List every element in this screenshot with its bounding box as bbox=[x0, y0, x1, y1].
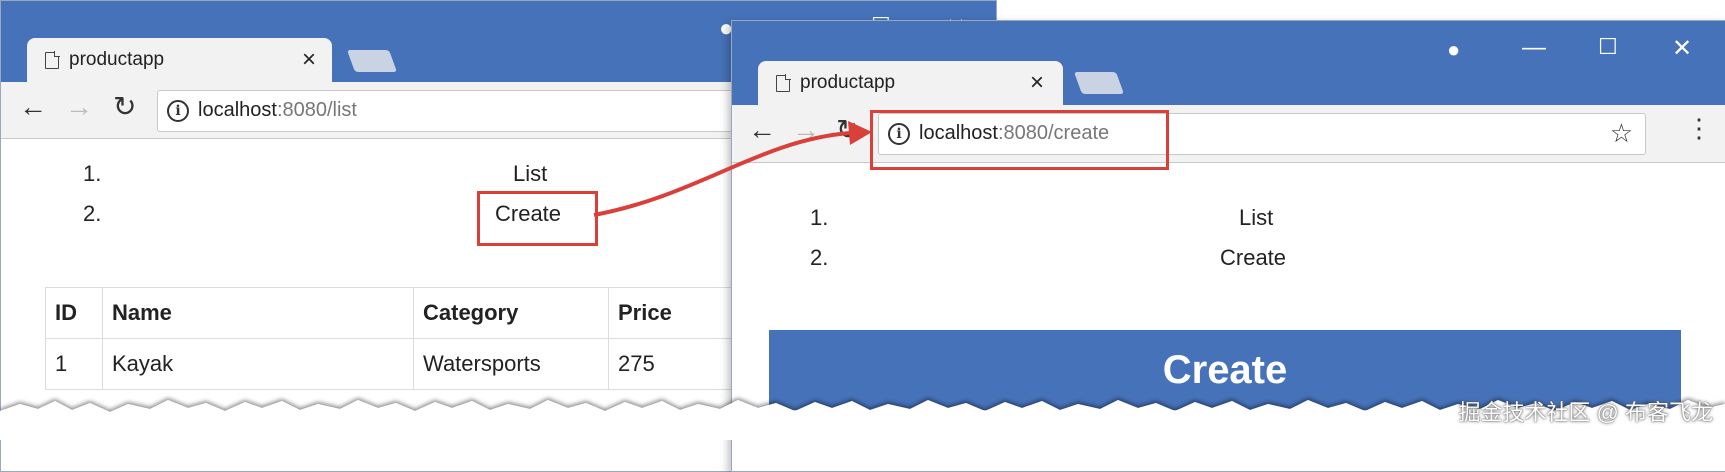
tab-close-icon[interactable]: × bbox=[302, 46, 316, 74]
reload-icon[interactable]: ↻ bbox=[836, 113, 859, 146]
nav-link-list[interactable]: List bbox=[513, 161, 547, 187]
minimize-icon[interactable]: — bbox=[1522, 34, 1546, 62]
list-number: 1. bbox=[83, 161, 102, 186]
back-icon[interactable]: ← bbox=[748, 114, 776, 146]
table-cell: 1 bbox=[45, 338, 103, 390]
column-header: Name bbox=[102, 287, 414, 339]
page-icon bbox=[776, 74, 791, 92]
list-number: 2. bbox=[83, 201, 102, 226]
maximize-icon[interactable]: ☐ bbox=[1598, 34, 1618, 60]
close-window-icon[interactable]: ✕ bbox=[1672, 34, 1692, 63]
page-icon bbox=[45, 51, 60, 69]
create-link-highlight bbox=[477, 191, 598, 246]
url-highlight bbox=[870, 110, 1169, 170]
menu-icon[interactable]: ⋮ bbox=[1686, 113, 1712, 144]
list-number: 2. bbox=[810, 245, 829, 270]
tab-title: productapp bbox=[69, 49, 165, 70]
tab-title: productapp bbox=[800, 72, 896, 93]
tab-productapp[interactable]: productapp × bbox=[27, 38, 332, 82]
forward-icon[interactable]: → bbox=[792, 114, 820, 146]
table-cell: Watersports bbox=[413, 338, 609, 390]
column-header: Category bbox=[413, 287, 609, 339]
list-item: 1. List bbox=[732, 205, 1725, 243]
back-icon[interactable]: ← bbox=[19, 91, 47, 123]
title-bar: productapp × ● — ☐ ✕ bbox=[732, 21, 1725, 105]
forward-icon[interactable]: → bbox=[65, 91, 93, 123]
list-number: 1. bbox=[810, 205, 829, 230]
tab-close-icon[interactable]: × bbox=[1030, 69, 1044, 97]
url-text: localhost:8080/list bbox=[198, 99, 357, 121]
watermark: 掘金技术社区 @ 布客飞龙 bbox=[1458, 400, 1713, 425]
new-tab-button[interactable] bbox=[346, 50, 398, 72]
tab-productapp[interactable]: productapp × bbox=[758, 61, 1063, 105]
list-item: 2. Create bbox=[732, 245, 1725, 283]
table-cell: Kayak bbox=[102, 338, 414, 390]
info-icon[interactable]: i bbox=[167, 100, 189, 122]
nav-link-create[interactable]: Create bbox=[1220, 245, 1286, 271]
reload-icon[interactable]: ↻ bbox=[113, 90, 136, 123]
account-icon[interactable]: ● bbox=[1447, 37, 1460, 63]
bookmark-star-icon[interactable]: ☆ bbox=[1610, 118, 1633, 149]
new-tab-button[interactable] bbox=[1073, 72, 1125, 94]
nav-link-list[interactable]: List bbox=[1239, 205, 1273, 231]
column-header: ID bbox=[45, 287, 103, 339]
